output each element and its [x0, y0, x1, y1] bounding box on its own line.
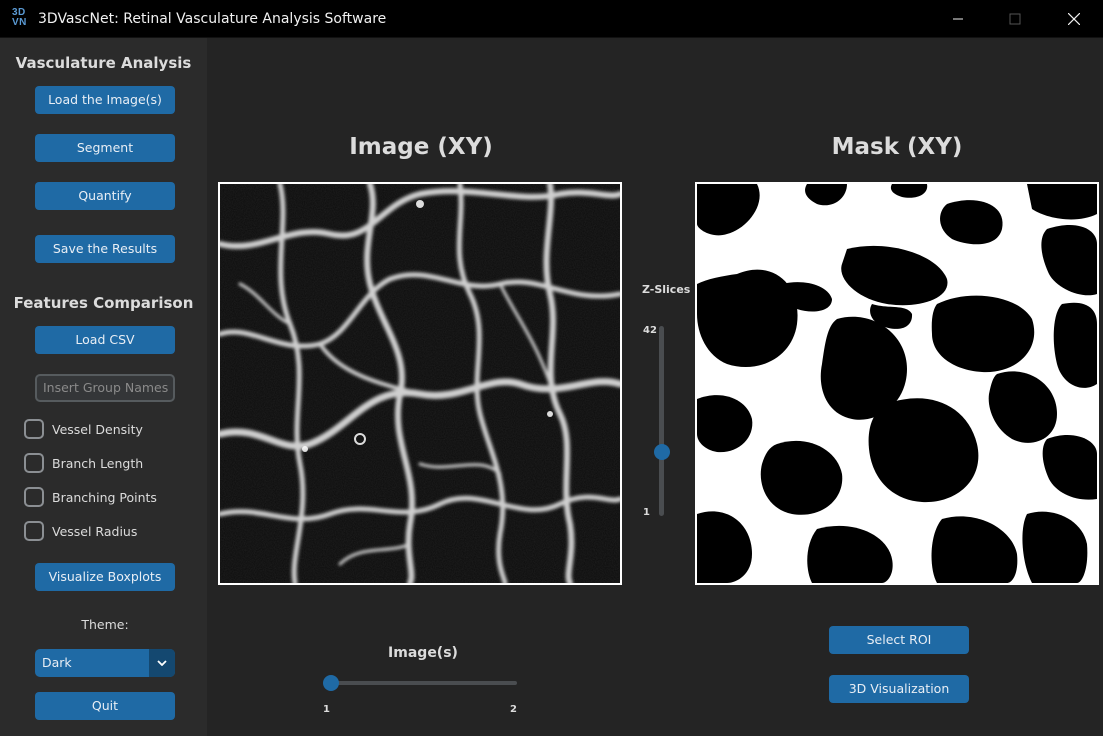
app-logo-icon: 3D VN [12, 7, 27, 28]
load-csv-button[interactable]: Load CSV [35, 326, 175, 354]
save-results-button[interactable]: Save the Results [35, 235, 175, 263]
group-names-input[interactable]: Insert Group Names [35, 374, 175, 402]
vasculature-analysis-title: Vasculature Analysis [15, 54, 192, 72]
branching-points-checkbox[interactable] [24, 487, 44, 507]
image-xy-view[interactable] [218, 182, 622, 585]
branching-points-checkbox-row[interactable]: Branching Points [24, 485, 157, 509]
branch-length-checkbox-row[interactable]: Branch Length [24, 451, 143, 475]
images-slider-min-label: 1 [323, 704, 330, 715]
images-slider-track[interactable] [330, 681, 517, 685]
zslices-slider-handle[interactable] [654, 444, 670, 460]
zslices-slider-track[interactable] [659, 326, 664, 516]
zslices-min-label: 1 [643, 507, 650, 518]
images-slider-handle[interactable] [323, 675, 339, 691]
maximize-button[interactable] [992, 0, 1038, 38]
quantify-button[interactable]: Quantify [35, 182, 175, 210]
chevron-down-icon[interactable] [149, 649, 175, 677]
vessel-density-label: Vessel Density [52, 421, 143, 437]
zslices-max-label: 42 [643, 325, 657, 336]
vessel-radius-checkbox-row[interactable]: Vessel Radius [24, 519, 137, 543]
mask-image [697, 184, 1097, 583]
load-images-button[interactable]: Load the Image(s) [35, 86, 175, 114]
close-button[interactable] [1051, 0, 1097, 38]
theme-select-value: Dark [42, 655, 72, 670]
minimize-icon [953, 18, 963, 20]
maximize-icon [1009, 13, 1021, 25]
3d-visualization-button[interactable]: 3D Visualization [829, 675, 969, 703]
vessel-radius-checkbox[interactable] [24, 521, 44, 541]
mask-xy-view[interactable] [695, 182, 1099, 585]
select-roi-button[interactable]: Select ROI [829, 626, 969, 654]
image-xy-title: Image (XY) [349, 134, 493, 160]
images-slider-label: Image(s) [388, 645, 458, 661]
window-title: 3DVascNet: Retinal Vasculature Analysis … [38, 11, 387, 27]
branching-points-label: Branching Points [52, 489, 157, 505]
segment-button[interactable]: Segment [35, 134, 175, 162]
vessel-image [220, 184, 620, 583]
quit-button[interactable]: Quit [35, 692, 175, 720]
branch-length-checkbox[interactable] [24, 453, 44, 473]
vessel-density-checkbox-row[interactable]: Vessel Density [24, 417, 143, 441]
minimize-button[interactable] [935, 0, 981, 38]
close-icon [1068, 13, 1080, 25]
features-comparison-title: Features Comparison [13, 294, 194, 312]
vessel-radius-label: Vessel Radius [52, 523, 138, 539]
sidebar: Vasculature Analysis Load the Image(s) S… [0, 38, 207, 736]
images-slider-max-label: 2 [510, 704, 517, 715]
visualize-boxplots-button[interactable]: Visualize Boxplots [35, 563, 175, 591]
zslices-label: Z-Slices [642, 283, 691, 296]
branch-length-label: Branch Length [52, 455, 144, 471]
vessel-density-checkbox[interactable] [24, 419, 44, 439]
theme-label: Theme: [81, 617, 129, 632]
theme-select[interactable]: Dark [35, 649, 175, 677]
mask-xy-title: Mask (XY) [831, 134, 963, 160]
title-bar: 3D VN 3DVascNet: Retinal Vasculature Ana… [0, 0, 1103, 38]
